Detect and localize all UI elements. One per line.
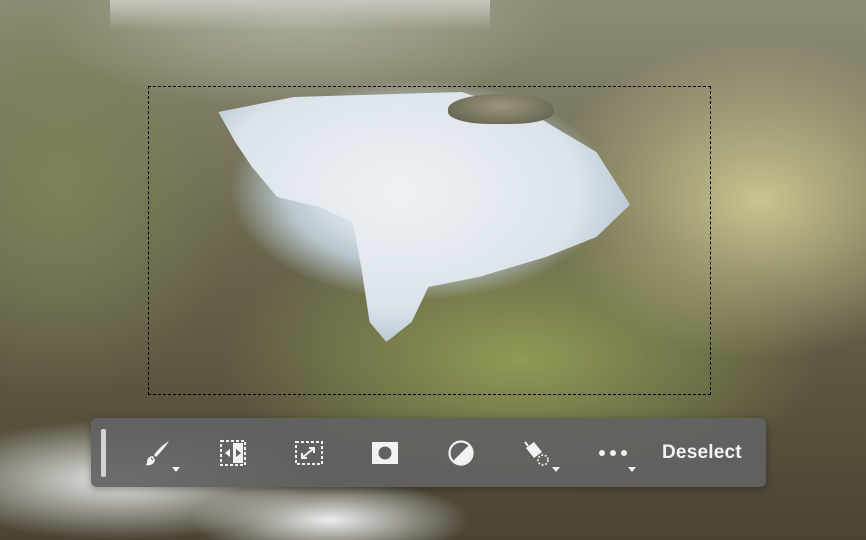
invert-selection-button[interactable] (212, 432, 254, 474)
invert-selection-icon (219, 439, 247, 467)
selection-marquee[interactable] (148, 86, 711, 395)
create-mask-button[interactable] (364, 432, 406, 474)
paint-bucket-icon (522, 438, 552, 468)
chevron-down-icon[interactable] (628, 466, 636, 472)
mask-icon (371, 441, 399, 465)
toolbar-drag-handle[interactable] (101, 428, 106, 477)
chevron-down-icon[interactable] (552, 466, 560, 472)
brush-icon (142, 438, 172, 468)
deselect-button[interactable]: Deselect (662, 442, 742, 464)
more-dots-icon (598, 449, 628, 457)
adjustment-circle-icon (447, 439, 475, 467)
chevron-down-icon[interactable] (172, 466, 180, 472)
photo-sky (110, 0, 490, 30)
transform-selection-button[interactable] (288, 432, 330, 474)
document-canvas[interactable]: Deselect (0, 0, 866, 540)
adjustment-layer-button[interactable] (440, 432, 482, 474)
more-options-button[interactable] (592, 432, 636, 474)
fill-selection-button[interactable] (516, 432, 560, 474)
brush-tool-button[interactable] (136, 432, 180, 474)
transform-selection-icon (294, 440, 324, 466)
contextual-task-bar: Deselect (91, 418, 766, 487)
